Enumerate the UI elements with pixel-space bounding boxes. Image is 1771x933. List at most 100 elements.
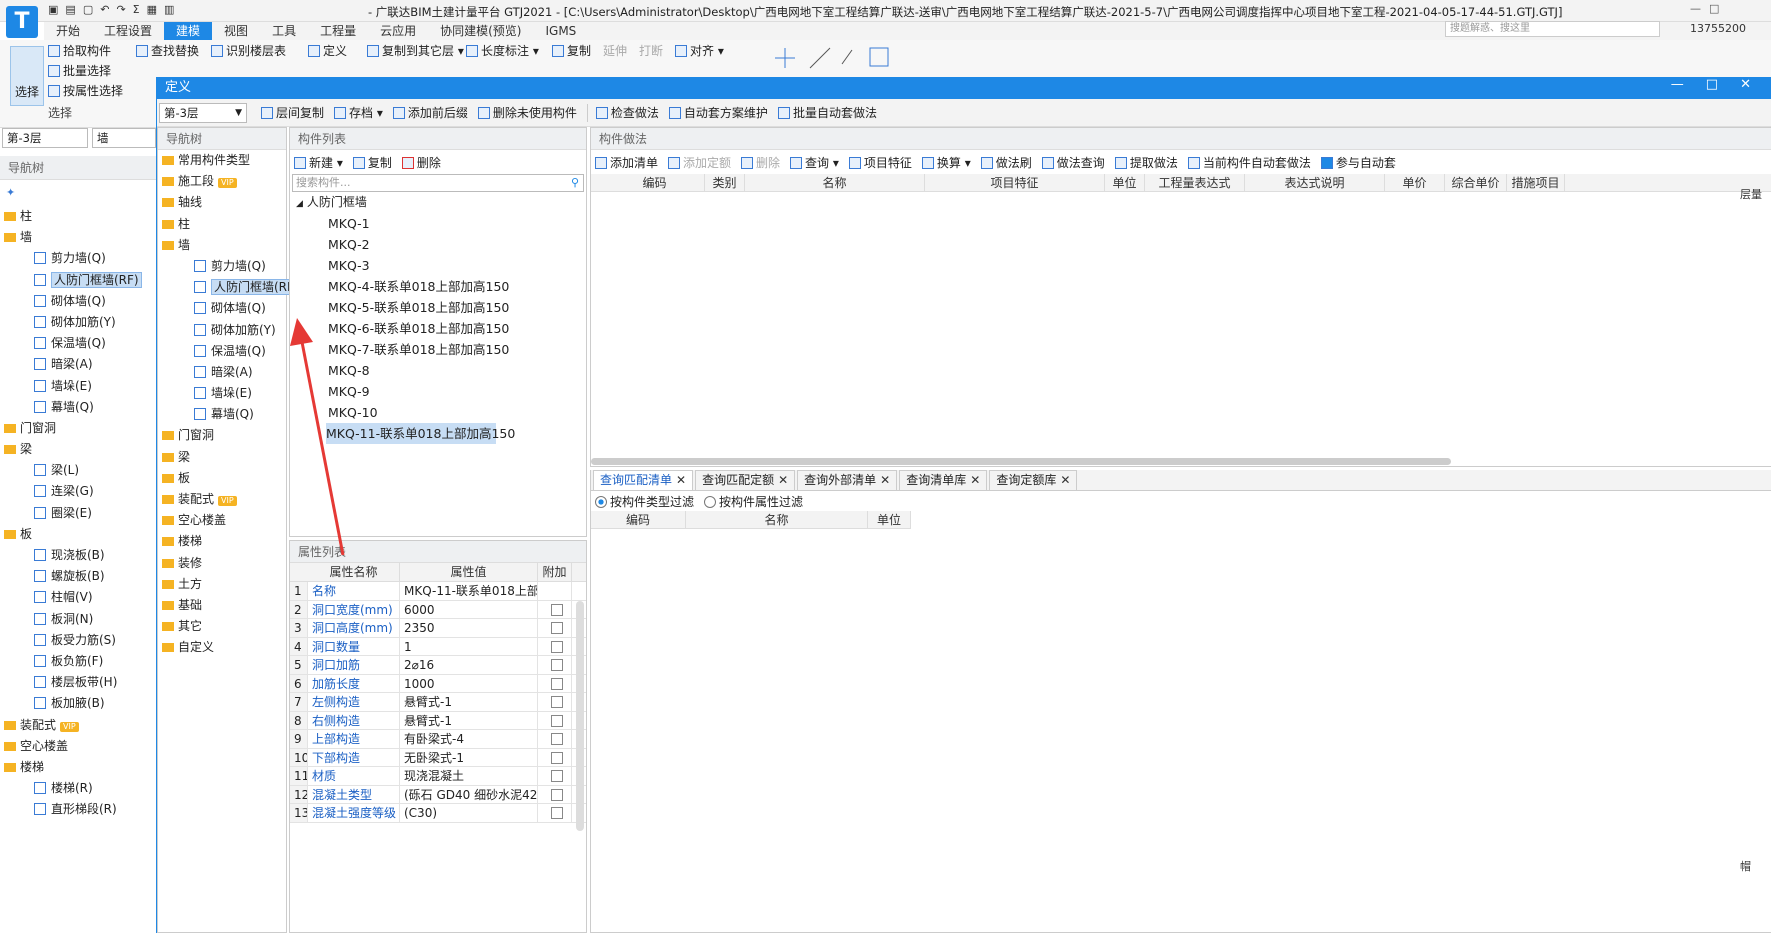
extra-checkbox[interactable] <box>550 603 563 616</box>
minimize-icon[interactable]: — <box>1690 2 1701 15</box>
menu-0[interactable]: 开始 <box>44 22 92 40</box>
find-replace-button[interactable]: 查找替换 识别楼层表 <box>136 42 286 62</box>
component-item[interactable]: MKQ-2 <box>290 234 586 255</box>
nav-item[interactable]: 门窗洞 <box>4 418 174 439</box>
property-value[interactable]: 无卧梁式-1 <box>400 748 538 766</box>
extra-checkbox[interactable] <box>550 696 563 708</box>
nav-item[interactable]: 幕墙(Q) <box>4 397 174 418</box>
dialog-minimize-button[interactable]: — <box>1671 77 1684 92</box>
nav-item[interactable]: 砌体墙(Q) <box>4 291 174 312</box>
main-floor-select[interactable]: 第-3层 <box>2 128 88 148</box>
property-row[interactable]: 4 洞口数量 1 <box>290 637 586 656</box>
property-row[interactable]: 8 右侧构造 悬臂式-1 <box>290 711 586 730</box>
nav-item[interactable]: 梁 <box>162 447 286 468</box>
nav-item[interactable]: 保温墙(Q) <box>162 341 286 362</box>
nav-item[interactable]: 剪力墙(Q) <box>162 256 286 277</box>
method-tool-1[interactable]: 添加定额 <box>668 154 731 171</box>
nav-item[interactable]: 砌体加筋(Y) <box>162 320 286 341</box>
nav-item[interactable]: 人防门框墙(RF) <box>162 277 302 298</box>
component-tree-root[interactable]: ◢ 人防门框墙 <box>290 192 586 213</box>
auto-scheme-button[interactable]: 自动套方案维护 <box>668 104 768 121</box>
nav-item[interactable]: 装修 <box>162 553 286 574</box>
close-icon[interactable]: ✕ <box>778 473 788 487</box>
extra-checkbox[interactable] <box>550 714 563 727</box>
nav-item[interactable]: 柱 <box>162 214 286 235</box>
menu-6[interactable]: 云应用 <box>368 22 428 40</box>
property-scrollbar[interactable] <box>576 601 584 831</box>
menu-8[interactable]: IGMS <box>533 22 588 40</box>
nav-item[interactable]: 楼层板带(H) <box>4 672 174 693</box>
menu-5[interactable]: 工程量 <box>308 22 368 40</box>
nav-item[interactable]: 楼梯(R) <box>4 778 174 799</box>
nav-item[interactable]: 常用构件类型 <box>162 150 286 171</box>
collapse-icon[interactable]: ◢ <box>296 199 303 209</box>
close-icon[interactable]: ✕ <box>1060 473 1070 487</box>
property-row[interactable]: 13 混凝土强度等级 (C30) <box>290 804 586 823</box>
property-row[interactable]: 12 混凝土类型 (砾石 GD40 细砂水泥42.... <box>290 785 586 804</box>
new-icon[interactable]: ▢ <box>83 3 93 16</box>
length-dim-button[interactable]: 长度标注 ▾ <box>466 42 539 62</box>
method-tool-5[interactable]: 换算 ▾ <box>921 154 971 171</box>
component-item[interactable]: MKQ-1 <box>290 213 586 234</box>
nav-item[interactable]: 板 <box>162 468 286 489</box>
nav-item[interactable]: 轴线 <box>162 192 286 213</box>
close-icon[interactable]: ✕ <box>676 473 686 487</box>
sum-icon[interactable]: Σ <box>133 3 140 16</box>
property-value[interactable]: 2⌀16 <box>400 656 538 674</box>
copy-button[interactable]: 复制 <box>552 42 591 59</box>
nav-item[interactable]: 门窗洞 <box>162 425 286 446</box>
menu-2[interactable]: 建模 <box>164 22 213 40</box>
floor-table-button[interactable]: 识别楼层表 <box>211 44 286 58</box>
component-item[interactable]: MKQ-11-联系单018上部加高150 <box>326 423 515 444</box>
component-item[interactable]: MKQ-5-联系单018上部加高150 <box>290 297 586 318</box>
property-value[interactable]: 2350 <box>400 619 538 637</box>
open-icon[interactable]: ▣ <box>48 3 58 16</box>
close-icon[interactable]: ✕ <box>880 473 890 487</box>
component-item[interactable]: MKQ-7-联系单018上部加高150 <box>290 339 586 360</box>
nav-item[interactable]: 装配式 VIP <box>4 715 174 736</box>
property-row[interactable]: 2 洞口宽度(mm) 6000 <box>290 600 586 619</box>
nav-item[interactable]: 柱 <box>4 206 174 227</box>
new-component-button[interactable]: 新建 ▾ <box>294 154 343 171</box>
method-h-scrollbar[interactable] <box>591 458 1451 465</box>
property-value[interactable]: 1000 <box>400 674 538 692</box>
search-icon[interactable]: ⚲ <box>571 175 579 191</box>
nav-item[interactable]: 墙 <box>162 235 286 256</box>
extra-checkbox[interactable] <box>550 622 563 634</box>
nav-item[interactable]: 柱帽(V) <box>4 587 174 608</box>
method-tool-3[interactable]: 查询 ▾ <box>790 154 839 171</box>
property-row[interactable]: 3 洞口高度(mm) 2350 <box>290 619 586 638</box>
delete-unused-button[interactable]: 删除未使用构件 <box>477 104 577 121</box>
nav-item[interactable]: 其它 <box>162 616 286 637</box>
maximize-icon[interactable]: □ <box>1709 2 1719 15</box>
method-tool-2[interactable]: 删除 <box>741 154 780 171</box>
nav-item[interactable]: 幕墙(Q) <box>162 404 286 425</box>
query-tab-0[interactable]: 查询匹配清单 ✕ <box>593 470 694 490</box>
extra-checkbox[interactable] <box>550 751 563 764</box>
extra-checkbox[interactable] <box>550 659 563 671</box>
nav-item[interactable]: 暗梁(A) <box>162 362 286 383</box>
component-item[interactable]: MKQ-10 <box>290 402 586 423</box>
add-prefix-suffix-button[interactable]: 添加前后缀 <box>392 104 468 121</box>
nav-item[interactable]: 施工段 VIP <box>162 171 286 192</box>
archive-button[interactable]: 存档 ▾ <box>334 104 383 121</box>
query-tab-2[interactable]: 查询外部清单 ✕ <box>797 470 898 490</box>
save-icon[interactable]: ▤ <box>65 3 75 16</box>
nav-item[interactable]: 剪力墙(Q) <box>4 248 174 269</box>
nav-item[interactable]: 螺旋板(B) <box>4 566 174 587</box>
check-method-button[interactable]: 检查做法 <box>595 104 659 121</box>
query-tab-1[interactable]: 查询匹配定额 ✕ <box>695 470 796 490</box>
select-by-property-button[interactable]: 按属性选择 <box>48 82 123 102</box>
user-account[interactable]: 13755200 <box>1690 22 1746 35</box>
query-tab-4[interactable]: 查询定额库 ✕ <box>989 470 1078 490</box>
property-row[interactable]: 10 下部构造 无卧梁式-1 <box>290 748 586 767</box>
select-big-button[interactable]: 选择 <box>10 46 44 106</box>
nav-item[interactable]: 楼梯 <box>4 757 174 778</box>
copy-between-floors-button[interactable]: 层间复制 <box>261 104 324 121</box>
method-tool-9[interactable]: 当前构件自动套做法 <box>1187 154 1311 171</box>
help-search-input[interactable]: 搜题解惑、搜这里 <box>1445 21 1660 37</box>
property-row[interactable]: 1 名称 MKQ-11-联系单018上部... <box>290 582 586 601</box>
menu-1[interactable]: 工程设置 <box>92 22 164 40</box>
nav-item[interactable]: 保温墙(Q) <box>4 333 174 354</box>
copy-to-floor-button[interactable]: 复制到其它层 ▾ <box>367 42 464 62</box>
